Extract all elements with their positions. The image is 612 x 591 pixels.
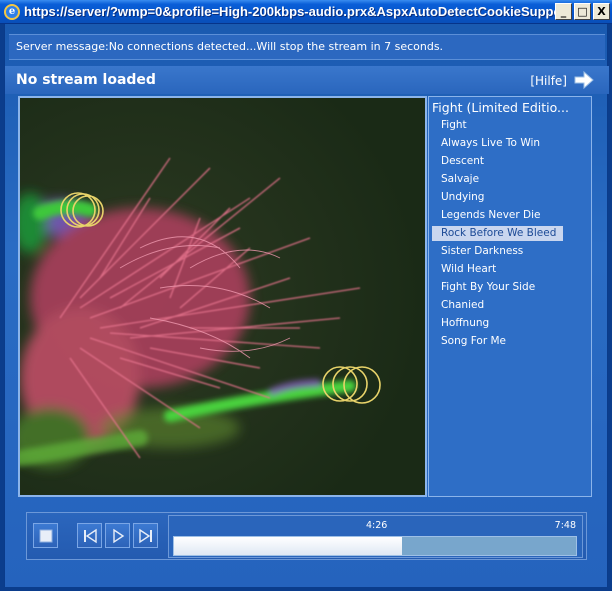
playlist-track[interactable]: Fight — [432, 118, 563, 133]
current-time: 4:26 — [366, 520, 388, 531]
playlist-track[interactable]: Descent — [432, 154, 563, 169]
playlist-track-selected[interactable]: Rock Before We Bleed — [432, 226, 563, 241]
play-button[interactable] — [105, 523, 130, 548]
player-header: No stream loaded [Hilfe] — [5, 66, 609, 94]
playlist-track[interactable]: Legends Never Die — [432, 208, 563, 223]
playlist-track[interactable]: Chanied — [432, 298, 563, 313]
window-controls: _ □ X — [555, 3, 610, 20]
playlist-track[interactable]: Song For Me — [432, 334, 563, 349]
progress-fill — [174, 537, 403, 555]
playlist-panel: Fight (Limited Editio... Fight Always Li… — [428, 96, 592, 497]
minimize-button[interactable]: _ — [555, 3, 572, 20]
playlist-track[interactable]: Sister Darkness — [432, 244, 563, 259]
window-frame-right — [608, 24, 612, 591]
playlist-track[interactable]: Fight By Your Side — [432, 280, 563, 295]
ie-browser-icon: e — [4, 3, 20, 20]
window-title-bar[interactable]: e https://server/?wmp=0&profile=High-200… — [0, 0, 612, 24]
playlist-track[interactable]: Always Live To Win — [432, 136, 563, 151]
skip-forward-icon — [138, 528, 152, 543]
playlist-track[interactable]: Hoffnung — [432, 316, 563, 331]
playlist-track[interactable]: Wild Heart — [432, 262, 563, 277]
window-title: https://server/?wmp=0&profile=High-200kb… — [24, 4, 564, 19]
player-client-area: Server message:No connections detected..… — [4, 24, 609, 587]
server-message: Server message:No connections detected..… — [9, 34, 605, 60]
playlist-track[interactable]: Salvaje — [432, 172, 563, 187]
album-title[interactable]: Fight (Limited Editio... — [432, 100, 588, 115]
stream-title: No stream loaded — [16, 72, 156, 88]
progress-panel: 4:26 7:48 — [168, 515, 583, 558]
visualization-graphic — [20, 98, 425, 495]
close-button[interactable]: X — [593, 3, 610, 20]
window-frame-bottom — [0, 587, 612, 591]
maximize-button[interactable]: □ — [574, 3, 591, 20]
play-icon — [112, 528, 124, 543]
previous-track-button[interactable] — [77, 523, 102, 548]
next-track-button[interactable] — [133, 523, 158, 548]
forward-arrow-button[interactable] — [573, 70, 595, 90]
visualization-panel — [18, 96, 427, 497]
total-time: 7:48 — [554, 520, 576, 531]
player-controls: 4:26 7:48 — [26, 512, 587, 560]
stop-icon — [39, 529, 52, 542]
arrow-right-icon — [574, 70, 594, 90]
stop-button[interactable] — [33, 523, 58, 548]
playlist-track[interactable]: Undying — [432, 190, 563, 205]
help-link[interactable]: [Hilfe] — [530, 74, 567, 88]
skip-back-icon — [83, 528, 97, 543]
progress-bar[interactable] — [173, 536, 577, 556]
